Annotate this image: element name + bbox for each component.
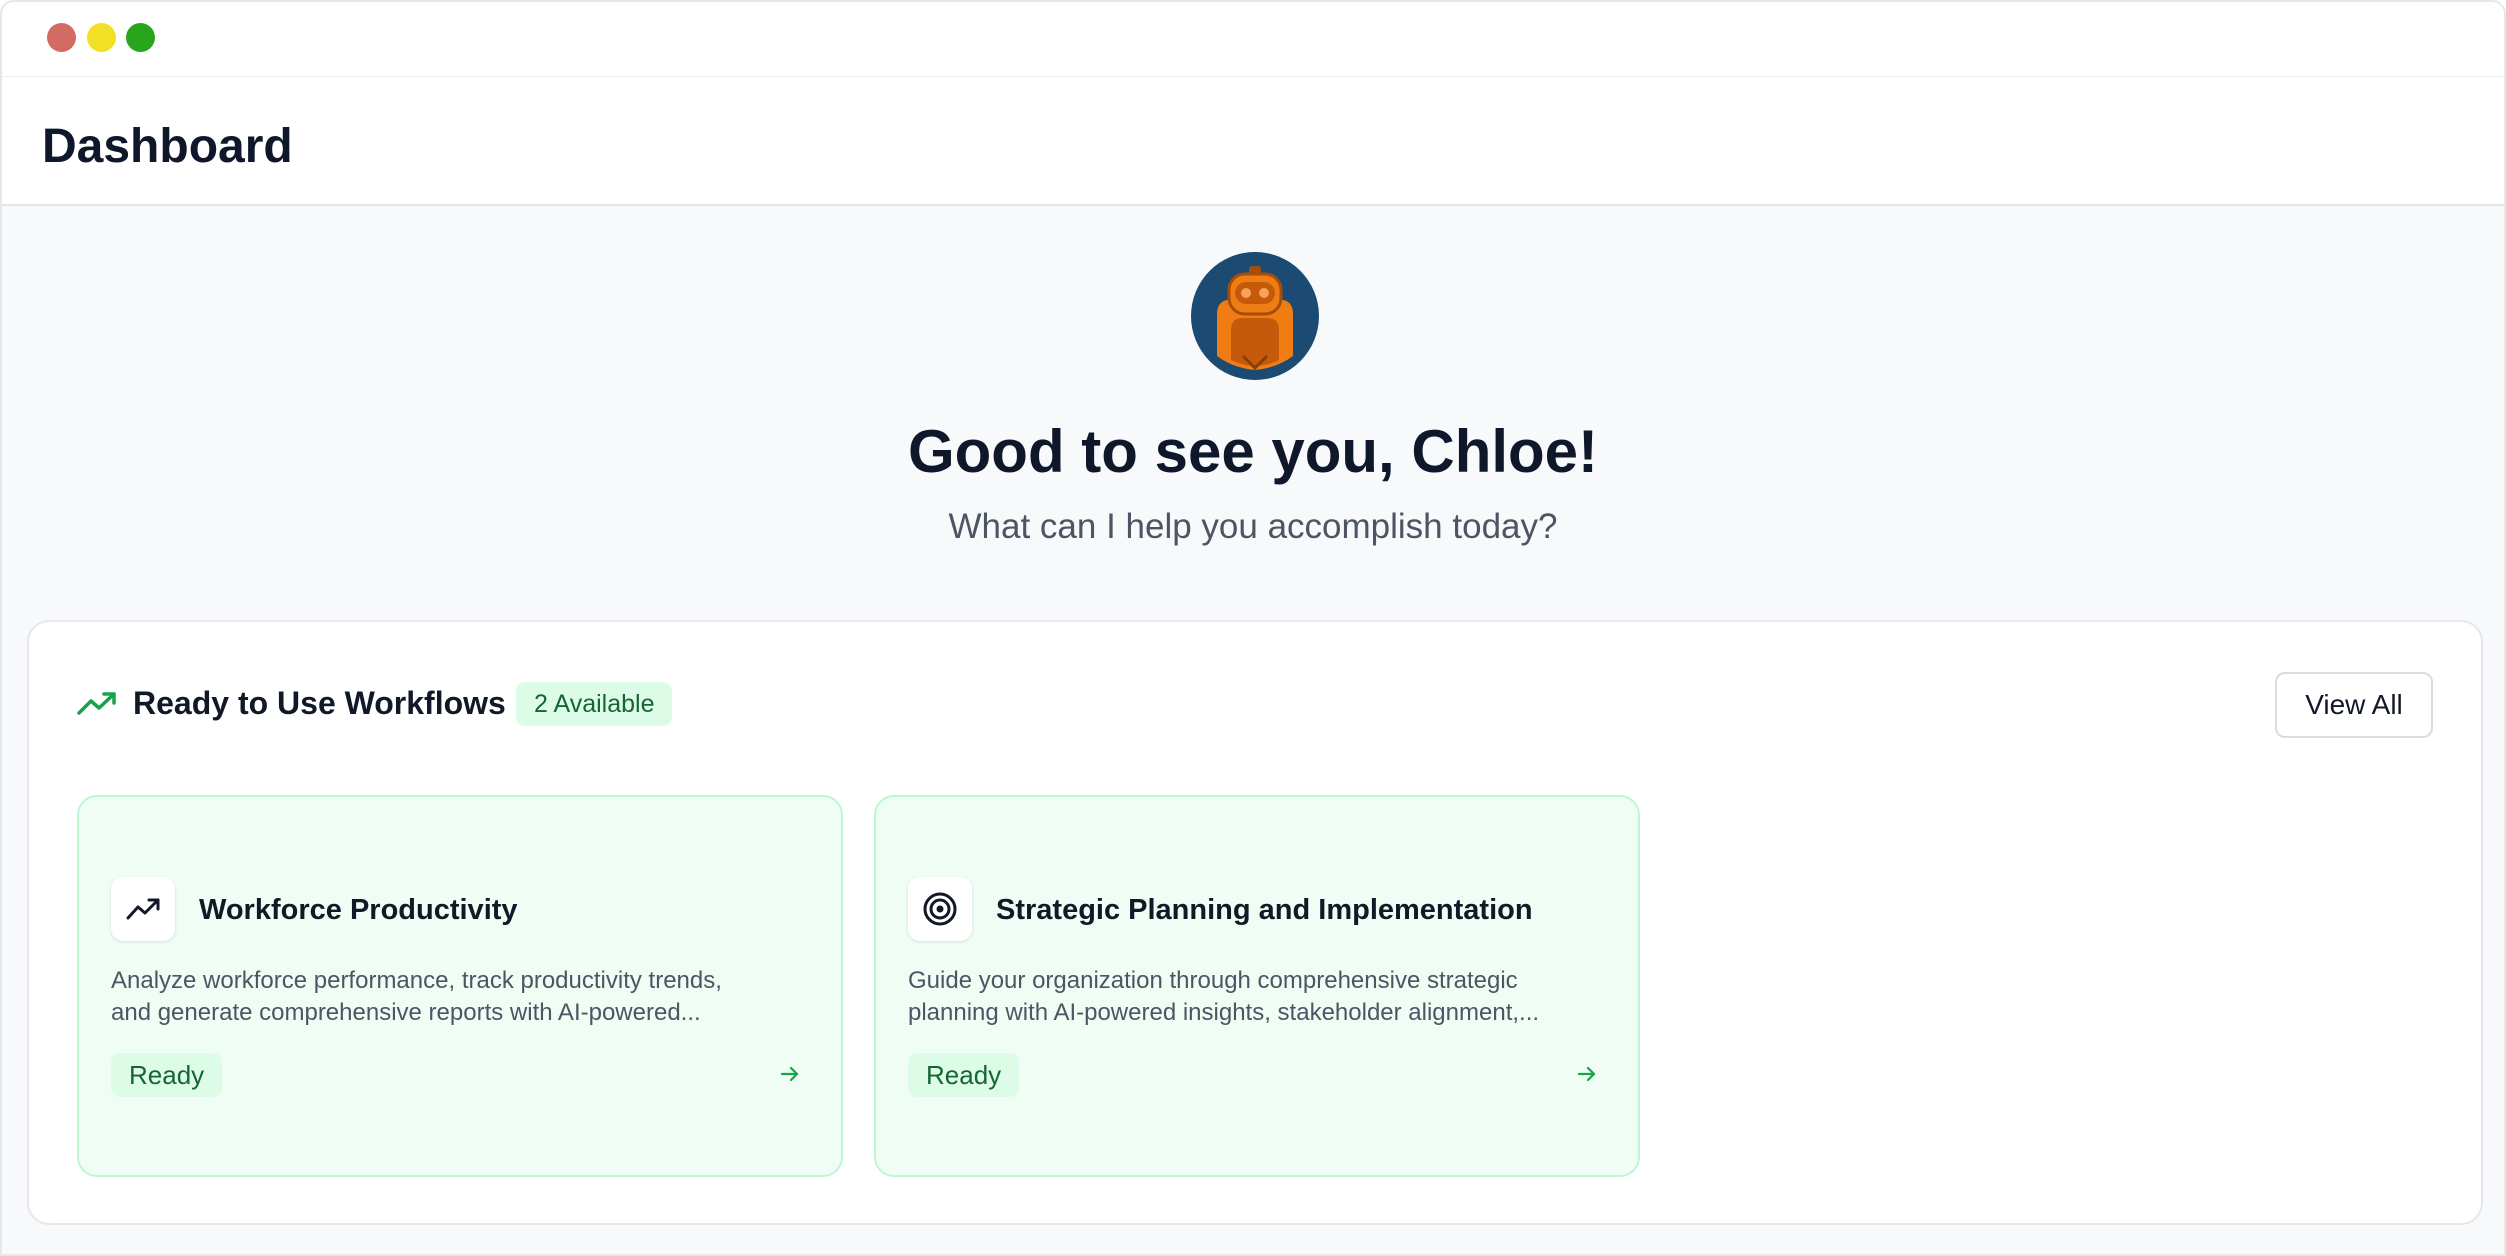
workflow-card-strategic-planning[interactable]: Strategic Planning and Implementation Gu… <box>874 795 1640 1177</box>
window-titlebar <box>2 2 2504 77</box>
workflow-card-workforce-productivity[interactable]: Workforce Productivity Analyze workforce… <box>77 795 843 1177</box>
workflows-panel: Ready to Use Workflows 2 Available View … <box>27 620 2483 1225</box>
greeting-subtitle: What can I help you accomplish today? <box>948 507 1558 546</box>
trending-up-icon <box>77 692 116 715</box>
minimize-window-button[interactable] <box>87 23 116 52</box>
app-window: Dashboard Good to see you, Chloe! What c… <box>0 0 2506 1256</box>
card-title: Strategic Planning and Implementation <box>996 894 1533 926</box>
card-title: Workforce Productivity <box>199 894 518 926</box>
card-description-line-1: Guide your organization through comprehe… <box>908 967 1518 994</box>
page-title: Dashboard <box>42 120 293 173</box>
welcome-hero: Good to see you, Chloe! What can I help … <box>2 204 2504 622</box>
card-description-line-1: Analyze workforce performance, track pro… <box>111 967 722 994</box>
card-description: Analyze workforce performance, track pro… <box>111 965 801 1029</box>
card-description-line-2: planning with AI-powered insights, stake… <box>908 999 1540 1026</box>
page-header: Dashboard <box>2 77 2504 206</box>
arrow-right-icon[interactable] <box>779 1063 801 1085</box>
card-description-line-2: and generate comprehensive reports with … <box>111 999 701 1026</box>
workflows-panel-header: Ready to Use Workflows 2 Available View … <box>29 622 2481 742</box>
ready-status-badge: Ready <box>908 1053 1020 1097</box>
available-count-badge: 2 Available <box>516 682 673 726</box>
view-all-button[interactable]: View All <box>2275 672 2433 738</box>
card-description: Guide your organization through comprehe… <box>908 965 1598 1029</box>
close-window-button[interactable] <box>47 23 76 52</box>
trending-up-icon <box>111 877 175 941</box>
arrow-right-icon[interactable] <box>1576 1063 1598 1085</box>
maximize-window-button[interactable] <box>126 23 155 52</box>
target-icon <box>908 877 972 941</box>
ready-status-badge: Ready <box>111 1053 223 1097</box>
robot-avatar-icon <box>1191 252 1319 380</box>
greeting-heading: Good to see you, Chloe! <box>907 418 1599 485</box>
workflows-title: Ready to Use Workflows <box>133 685 506 721</box>
